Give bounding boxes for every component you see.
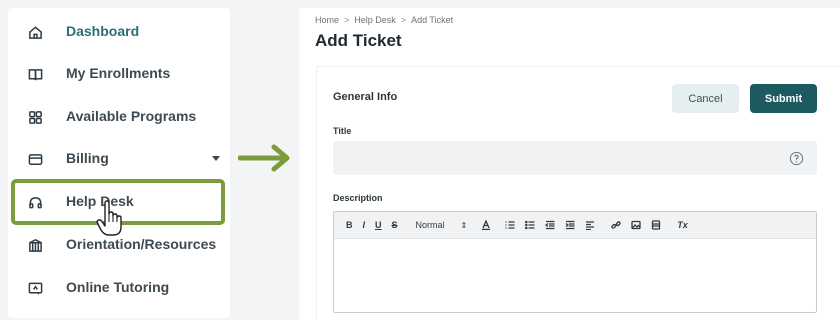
- cancel-button[interactable]: Cancel: [672, 84, 739, 113]
- breadcrumb-home[interactable]: Home: [315, 15, 339, 25]
- breadcrumb-current: Add Ticket: [411, 15, 454, 25]
- main-panel: Home > Help Desk > Add Ticket Add Ticket…: [299, 8, 840, 320]
- sidebar-item-dashboard[interactable]: Dashboard: [8, 14, 230, 50]
- style-select-value: Normal: [415, 220, 445, 230]
- description-label: Description: [333, 193, 383, 203]
- credit-card-icon: [27, 151, 43, 167]
- home-icon: [27, 24, 43, 40]
- ordered-list-icon[interactable]: [505, 220, 515, 230]
- submit-button[interactable]: Submit: [750, 84, 817, 113]
- style-select[interactable]: Normal ⇕: [416, 220, 468, 230]
- sidebar-item-label: Billing: [66, 150, 109, 166]
- strike-button[interactable]: S: [392, 220, 398, 230]
- bank-icon: [27, 237, 43, 253]
- help-circle-icon[interactable]: [789, 151, 804, 166]
- book-icon: [27, 66, 43, 82]
- breadcrumb-separator: >: [344, 15, 350, 25]
- chevron-down-icon[interactable]: [212, 156, 220, 161]
- ticket-form-card: General Info Cancel Submit Title Descrip…: [316, 66, 840, 320]
- editor-toolbar: B I U S Normal ⇕ Tx: [334, 212, 816, 239]
- bullet-list-icon[interactable]: [525, 220, 535, 230]
- clear-format-button[interactable]: Tx: [677, 220, 688, 230]
- sidebar-item-label: Online Tutoring: [66, 279, 170, 295]
- image-icon[interactable]: [631, 220, 641, 230]
- breadcrumb-separator: >: [400, 15, 407, 25]
- sidebar-item-available-programs[interactable]: Available Programs: [8, 99, 230, 135]
- description-editor[interactable]: B I U S Normal ⇕ Tx: [333, 211, 817, 313]
- hand-pointer-icon: [96, 200, 122, 236]
- page-title: Add Ticket: [315, 31, 402, 50]
- breadcrumb-help-desk[interactable]: Help Desk: [354, 15, 396, 25]
- sidebar-item-label: Orientation/Resources: [66, 236, 217, 252]
- bold-button[interactable]: B: [346, 220, 353, 230]
- text-color-icon[interactable]: [481, 220, 491, 230]
- sidebar-item-billing[interactable]: Billing: [8, 141, 230, 177]
- select-arrows-icon: ⇕: [460, 220, 468, 230]
- indent-icon[interactable]: [565, 220, 575, 230]
- outdent-icon[interactable]: [545, 220, 555, 230]
- align-icon[interactable]: [585, 220, 595, 230]
- screen-icon: [27, 280, 43, 296]
- title-input[interactable]: [333, 141, 817, 175]
- sidebar-item-my-enrollments[interactable]: My Enrollments: [8, 56, 230, 92]
- sidebar-item-label: Available Programs: [66, 108, 197, 124]
- link-icon[interactable]: [611, 220, 621, 230]
- sidebar-item-label: Dashboard: [66, 23, 140, 39]
- sidebar-item-label: My Enrollments: [66, 65, 171, 81]
- right-arrow-icon: [238, 144, 290, 172]
- grid-icon: [27, 109, 43, 125]
- sidebar: Dashboard My Enrollments Available Progr…: [8, 8, 230, 318]
- sidebar-item-online-tutoring[interactable]: Online Tutoring: [8, 270, 230, 306]
- video-icon[interactable]: [651, 220, 661, 230]
- breadcrumb: Home > Help Desk > Add Ticket: [315, 15, 453, 25]
- section-heading: General Info: [333, 91, 398, 103]
- italic-button[interactable]: I: [363, 220, 366, 230]
- headset-icon: [27, 194, 43, 210]
- description-textarea[interactable]: [334, 239, 816, 312]
- title-label: Title: [333, 126, 352, 136]
- underline-button[interactable]: U: [375, 220, 382, 230]
